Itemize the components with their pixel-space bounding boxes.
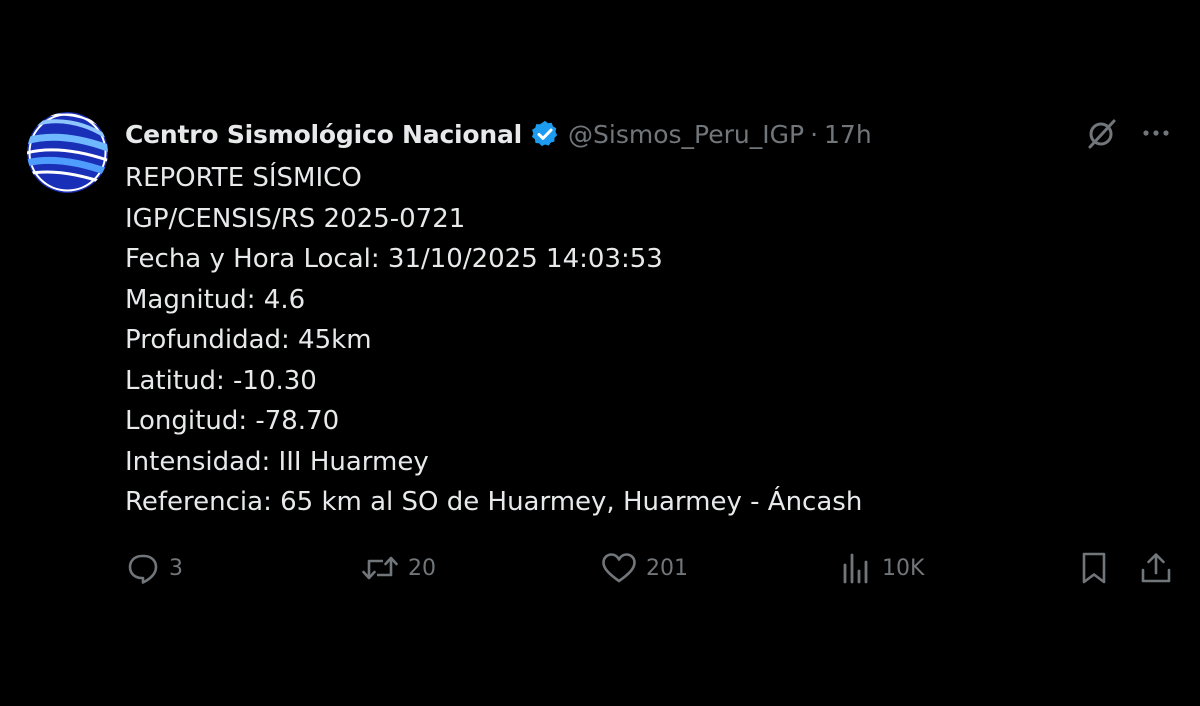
bookmark-button[interactable] [1076, 546, 1112, 590]
account-handle[interactable]: @Sismos_Peru_IGP [568, 120, 804, 149]
tweet-header: Centro Sismológico Nacional @Sismos_Peru… [125, 114, 872, 154]
display-name[interactable]: Centro Sismológico Nacional [125, 120, 522, 149]
tweet-line-latitude: Latitud: -10.30 [125, 365, 317, 396]
timestamp[interactable]: 17h [824, 120, 872, 149]
like-count: 201 [646, 555, 688, 581]
heart-icon [602, 553, 636, 583]
wave-logo-icon [27, 112, 108, 193]
repost-button[interactable]: 20 [360, 546, 436, 590]
tweet-line-reference: Referencia: 65 km al SO de Huarmey, Huar… [125, 487, 863, 517]
verified-badge-icon [530, 119, 560, 149]
tweet-line-depth: Profundidad: 45km [125, 325, 372, 355]
reply-button[interactable]: 3 [125, 546, 183, 590]
share-button[interactable] [1138, 546, 1174, 590]
reply-icon [128, 554, 158, 584]
like-button[interactable]: 201 [600, 546, 688, 590]
tweet-line-longitude: Longitud: -78.70 [125, 406, 340, 436]
tweet[interactable]: Centro Sismológico Nacional @Sismos_Peru… [0, 0, 1200, 706]
tweet-line-title: REPORTE SÍSMICO [125, 163, 362, 193]
tweet-text: REPORTE SÍSMICO IGP/CENSIS/RS 2025-0721 … [125, 158, 862, 523]
avatar[interactable] [27, 112, 108, 193]
separator-dot: · [810, 119, 819, 149]
tweet-line-datetime: Fecha y Hora Local: 31/10/2025 14:03:53 [125, 244, 663, 274]
bookmark-icon [1082, 552, 1106, 584]
tweet-line-report-id: IGP/CENSIS/RS 2025-0721 [125, 203, 466, 234]
views-icon [843, 553, 868, 584]
more-options-icon[interactable] [1138, 115, 1174, 151]
tweet-actions: 3 20 201 10K [0, 546, 1200, 590]
views-count: 10K [882, 555, 925, 581]
repost-icon [362, 556, 398, 580]
tweet-line-magnitude: Magnitud: 4.6 [125, 284, 306, 315]
views-button[interactable]: 10K [838, 546, 924, 590]
share-icon [1141, 553, 1171, 583]
reply-count: 3 [169, 555, 183, 581]
repost-count: 20 [408, 555, 436, 581]
grok-icon[interactable] [1084, 115, 1120, 151]
tweet-line-intensity: Intensidad: III Huarmey [125, 446, 429, 477]
